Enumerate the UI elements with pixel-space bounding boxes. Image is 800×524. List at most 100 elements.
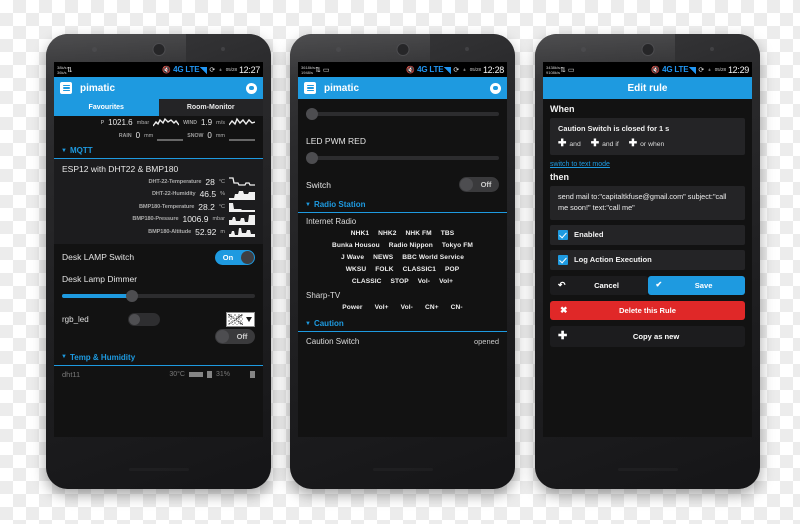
radio-button-nhk1[interactable]: NHK1 — [351, 230, 369, 237]
radio-button-nhk-fm[interactable]: NHK FM — [405, 230, 431, 237]
bottom-speaker-icon — [373, 468, 433, 471]
phone-1-screen: 38k/s 36k/s ⇅ 🔇 4G LTE ⟳ ± 05/28 12:27 p… — [54, 62, 263, 437]
weather-label-p: P — [100, 119, 105, 126]
metric-value: 28 — [205, 176, 215, 187]
radio-button-row: WKSU FOLK CLASSIC1 POP — [298, 263, 507, 275]
section-header-radio-station[interactable]: ▼ Radio Station — [298, 196, 507, 213]
radio-button-news[interactable]: NEWS — [373, 254, 393, 261]
weather-value-wind: 1.9 — [201, 118, 213, 127]
metric-unit: m — [220, 228, 225, 235]
switch-toggle[interactable]: Off — [459, 177, 499, 192]
condition-text[interactable]: Caution Switch is closed for 1 s — [558, 124, 737, 133]
toggle-state-label: Off — [236, 331, 248, 341]
add-or-when-button[interactable]: ✚ or when — [629, 139, 665, 149]
hamburger-menu-icon[interactable] — [60, 82, 72, 94]
slider-top-wrap — [298, 99, 507, 127]
action-text[interactable]: send mail to:"capitaltkfuse@gmail.com" s… — [550, 186, 745, 220]
slider-thumb[interactable] — [306, 108, 318, 120]
tv-button-power[interactable]: Power — [342, 304, 362, 311]
cancel-label: Cancel — [594, 280, 619, 290]
gear-icon[interactable] — [490, 82, 501, 94]
section-title-temp-humidity: Temp & Humidity — [69, 352, 136, 362]
status-bar: 3438k/s 9108k/s ⇅ ▭ 🔇 4G LTE ⟳ ± 05/28 1… — [543, 62, 752, 77]
enabled-checkbox-row[interactable]: Enabled — [550, 224, 745, 245]
tv-button-cn-down[interactable]: CN- — [451, 304, 463, 311]
rate-down: 9108k/s — [546, 69, 561, 75]
slider-track — [306, 112, 499, 116]
rate-up: 38k/s — [57, 64, 67, 70]
radio-button-stop[interactable]: STOP — [391, 278, 409, 285]
switch-to-text-mode-link[interactable]: switch to text mode — [543, 155, 752, 172]
radio-button-wksu[interactable]: WKSU — [346, 266, 367, 273]
section-header-caution[interactable]: ▼ Caution — [298, 315, 507, 332]
copy-as-new-label: Copy as new — [632, 331, 680, 341]
metric-label: BMP180-Altitude — [148, 228, 192, 235]
section-header-temp-humidity[interactable]: ▼ Temp & Humidity — [54, 349, 263, 366]
log-action-checkbox-row[interactable]: Log Action Execution — [550, 249, 745, 270]
alarm-icon: ± — [219, 67, 222, 72]
led-pwm-slider-wrap — [298, 149, 507, 171]
network-label: 4G LTE — [173, 65, 200, 74]
toggle-knob — [241, 250, 254, 264]
checkbox-icon[interactable] — [558, 229, 568, 240]
rgb-led-row: rgb_led — [54, 309, 263, 327]
copy-as-new-button[interactable]: ✚ Copy as new — [550, 325, 745, 347]
checkbox-icon[interactable] — [558, 254, 568, 265]
when-heading: When — [550, 104, 575, 114]
desk-lamp-switch-toggle[interactable]: On — [215, 249, 255, 265]
radio-button-j-wave[interactable]: J Wave — [341, 254, 364, 261]
tv-button-vol-up[interactable]: Vol+ — [375, 304, 389, 311]
proximity-sensor-icon — [581, 47, 586, 52]
add-and-button[interactable]: ✚ and — [558, 139, 581, 149]
top-slider[interactable] — [306, 107, 499, 121]
radio-button-vol-up[interactable]: Vol+ — [439, 278, 453, 285]
tv-button-vol-down[interactable]: Vol- — [401, 304, 413, 311]
toggle-knob — [460, 178, 473, 191]
radio-button-pop[interactable]: POP — [445, 266, 459, 273]
delete-rule-button[interactable]: ✖ Delete this Rule — [550, 300, 745, 320]
radio-button-bunka-housou[interactable]: Bunka Housou — [332, 242, 380, 249]
rgb-color-picker[interactable] — [226, 311, 255, 327]
section-header-mqtt[interactable]: ▼ MQTT — [54, 142, 263, 159]
undo-icon: ↶ — [558, 279, 566, 290]
weather-unit-rain: mm — [144, 132, 154, 139]
status-date: 05/28 — [225, 67, 237, 72]
app-bar: pimatic — [54, 77, 263, 99]
save-label: Save — [694, 280, 713, 290]
signal-bars-icon — [689, 66, 697, 74]
radio-button-bbc-world-service[interactable]: BBC World Service — [402, 254, 464, 261]
radio-button-tbs[interactable]: TBS — [441, 230, 455, 237]
signal-bars-icon — [200, 66, 208, 74]
op-label-and-if: and if — [602, 140, 619, 148]
partial-values: 30°C 31% — [169, 370, 255, 378]
weather-label-rain: RAIN — [118, 132, 132, 139]
radio-button-tokyo-fm[interactable]: Tokyo FM — [442, 242, 473, 249]
tab-favourites[interactable]: Favourites — [54, 99, 159, 116]
radio-button-classic[interactable]: CLASSIC — [352, 278, 382, 285]
tv-button-cn-up[interactable]: CN+ — [425, 304, 439, 311]
radio-button-folk[interactable]: FOLK — [375, 266, 393, 273]
tab-room-monitor[interactable]: Room-Monitor — [158, 99, 263, 116]
slider-thumb[interactable] — [306, 152, 318, 164]
metric-unit: % — [220, 191, 225, 197]
hamburger-menu-icon[interactable] — [304, 82, 316, 94]
section-title-mqtt: MQTT — [69, 146, 93, 155]
led-pwm-red-slider[interactable] — [306, 151, 499, 165]
desk-lamp-dimmer-slider[interactable] — [62, 289, 255, 303]
slider-thumb[interactable] — [125, 289, 138, 302]
op-label-and: and — [569, 140, 581, 148]
phone-3-content: When Caution Switch is closed for 1 s ✚ … — [543, 99, 752, 437]
rgb-led-toggle[interactable] — [128, 312, 160, 326]
save-button[interactable]: ✔ Save — [647, 275, 745, 295]
gear-icon[interactable] — [246, 82, 257, 94]
radio-button-radio-nippon[interactable]: Radio Nippon — [389, 242, 433, 249]
cancel-button[interactable]: ↶ Cancel — [550, 275, 648, 295]
volume-mute-icon: 🔇 — [162, 66, 172, 74]
phone-top-bezel — [535, 34, 760, 62]
radio-button-vol-down[interactable]: Vol- — [418, 278, 430, 285]
desk-lamp-dimmer-label: Desk Lamp Dimmer — [62, 273, 138, 284]
radio-button-nhk2[interactable]: NHK2 — [378, 230, 396, 237]
rgb-led-state-toggle[interactable]: Off — [215, 328, 255, 344]
radio-button-classic1[interactable]: CLASSIC1 — [403, 266, 436, 273]
add-and-if-button[interactable]: ✚ and if — [591, 139, 619, 149]
